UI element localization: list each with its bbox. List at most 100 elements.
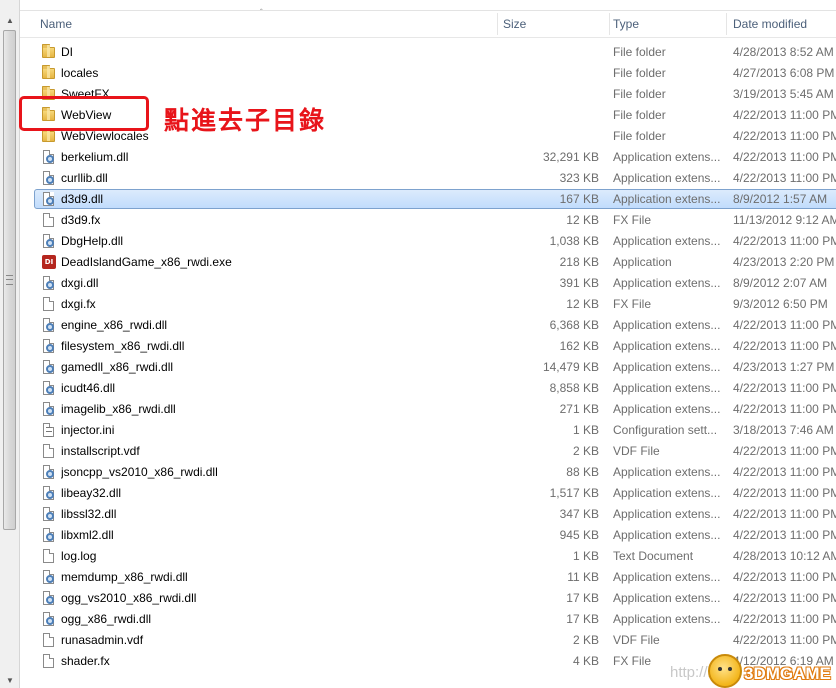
file-type: Text Document (613, 549, 694, 563)
file-type: VDF File (613, 633, 660, 647)
column-type[interactable]: Type (613, 11, 639, 38)
file-row[interactable]: icudt46.dll 8,858 KB Application extens...… (20, 378, 836, 399)
file-name: curllib.dll (61, 171, 108, 185)
file-row[interactable]: ogg_vs2010_x86_rwdi.dll 17 KB Application … (20, 588, 836, 609)
file-name: injector.ini (61, 423, 115, 437)
column-divider[interactable] (497, 13, 498, 35)
column-header: ˆ Name Size Type Date modified (20, 8, 836, 38)
file-size: 12 KB (566, 297, 599, 311)
file-type: Application extens... (613, 591, 721, 605)
file-row[interactable]: dxgi.dll 391 KB Application extens... 8/9/2… (20, 273, 836, 294)
file-name: gamedll_x86_rwdi.dll (61, 360, 174, 374)
file-row[interactable]: memdump_x86_rwdi.dll 11 KB Application ext… (20, 567, 836, 588)
watermark-mascot-icon (708, 654, 742, 688)
file-date-modified: 4/28/2013 10:12 AM (733, 549, 836, 563)
file-type: Application extens... (613, 234, 721, 248)
file-date-modified: 4/22/2013 11:00 PM (733, 108, 836, 122)
folder-icon (41, 65, 56, 81)
file-type: Application extens... (613, 381, 721, 395)
file-row[interactable]: runasadmin.vdf 2 KB VDF File 4/22/2013 11:0… (20, 630, 836, 651)
file-icon (41, 296, 56, 312)
file-row[interactable]: libssl32.dll 347 KB Application extens... 4… (20, 504, 836, 525)
file-type: Application extens... (613, 150, 721, 164)
file-date-modified: 4/23/2013 2:20 PM (733, 255, 835, 269)
scroll-up-arrow-icon[interactable]: ▲ (4, 16, 16, 26)
file-type: Configuration sett... (613, 423, 718, 437)
file-row[interactable]: DI DeadIslandGame_x86_rwdi.exe 218 KB Appli… (20, 252, 836, 273)
file-name: libxml2.dll (61, 528, 114, 542)
file-size: 945 KB (559, 528, 599, 542)
file-type: File folder (613, 66, 666, 80)
file-row[interactable]: berkelium.dll 32,291 KB Application extens… (20, 147, 836, 168)
file-name: runasadmin.vdf (61, 633, 144, 647)
annotation-text: 點進去子目錄 (164, 106, 327, 135)
file-size: 271 KB (559, 402, 599, 416)
scroll-down-arrow-icon[interactable]: ▼ (4, 676, 16, 686)
file-row[interactable]: log.log 1 KB Text Document 4/28/2013 10:12 … (20, 546, 836, 567)
file-type: FX File (613, 213, 652, 227)
file-row[interactable]: curllib.dll 323 KB Application extens... 4/… (20, 168, 836, 189)
file-size: 162 KB (559, 339, 599, 353)
file-type: Application extens... (613, 192, 721, 206)
file-name: installscript.vdf (61, 444, 140, 458)
file-name: d3d9.dll (61, 192, 104, 206)
file-size: 12 KB (566, 213, 599, 227)
file-size: 11 KB (567, 570, 599, 584)
file-size: 2 KB (572, 633, 599, 647)
file-row[interactable]: jsoncpp_vs2010_x86_rwdi.dll 88 KB Applicat… (20, 462, 836, 483)
file-size: 391 KB (559, 276, 599, 290)
file-row[interactable]: ogg_x86_rwdi.dll 17 KB Application extens.… (20, 609, 836, 630)
column-size[interactable]: Size (503, 11, 526, 38)
file-row[interactable]: imagelib_x86_rwdi.dll 271 KB Application e… (20, 399, 836, 420)
file-row[interactable]: DbgHelp.dll 1,038 KB Application extens...… (20, 231, 836, 252)
file-date-modified: 4/27/2013 6:08 PM (733, 66, 835, 80)
file-size: 4 KB (572, 654, 599, 668)
file-row[interactable]: d3d9.fx 12 KB FX File 11/13/2012 9:12 AM (20, 210, 836, 231)
file-row[interactable]: libxml2.dll 945 KB Application extens... 4/… (20, 525, 836, 546)
sort-caret-icon: ˆ (260, 8, 263, 17)
scroll-thumb[interactable] (3, 30, 16, 530)
file-date-modified: 4/22/2013 11:00 PM (733, 150, 836, 164)
dll-icon (41, 149, 56, 165)
file-row[interactable]: locales File folder 4/27/2013 6:08 PM (20, 63, 836, 84)
column-name[interactable]: Name (40, 11, 72, 38)
file-name: ogg_x86_rwdi.dll (61, 612, 152, 626)
file-row[interactable]: filesystem_x86_rwdi.dll 162 KB Application… (20, 336, 836, 357)
file-row[interactable]: engine_x86_rwdi.dll 6,368 KB Application e… (20, 315, 836, 336)
file-date-modified: 4/22/2013 11:00 PM (733, 381, 836, 395)
file-row[interactable]: libeay32.dll 1,517 KB Application extens..… (20, 483, 836, 504)
file-name: ogg_vs2010_x86_rwdi.dll (61, 591, 197, 605)
vertical-scrollbar[interactable]: ▲ ▼ (0, 0, 20, 688)
file-type: Application extens... (613, 276, 721, 290)
file-type: Application extens... (613, 171, 721, 185)
file-row[interactable]: dxgi.fx 12 KB FX File 9/3/2012 6:50 PM (20, 294, 836, 315)
file-row[interactable]: installscript.vdf 2 KB VDF File 4/22/2013 1… (20, 441, 836, 462)
column-divider[interactable] (609, 13, 610, 35)
file-row[interactable]: DI File folder 4/28/2013 8:52 AM (20, 42, 836, 63)
file-date-modified: 3/19/2013 5:45 AM (733, 87, 834, 101)
file-date-modified: 4/22/2013 11:00 PM (733, 234, 836, 248)
file-name: filesystem_x86_rwdi.dll (61, 339, 185, 353)
file-size: 8,858 KB (549, 381, 599, 395)
file-row[interactable]: gamedll_x86_rwdi.dll 14,479 KB Application… (20, 357, 836, 378)
column-divider[interactable] (726, 13, 727, 35)
file-size: 1,517 KB (549, 486, 599, 500)
file-row[interactable]: d3d9.dll 167 KB Application extens... 8/9/2… (20, 189, 836, 210)
file-name: log.log (61, 549, 97, 563)
dll-icon (41, 506, 56, 522)
file-type: File folder (613, 108, 666, 122)
file-size: 14,479 KB (542, 360, 599, 374)
file-size: 32,291 KB (542, 150, 599, 164)
file-date-modified: 4/22/2013 11:00 PM (733, 633, 836, 647)
file-type: Application extens... (613, 612, 721, 626)
file-date-modified: 4/22/2013 11:00 PM (733, 339, 836, 353)
ini-icon (41, 422, 56, 438)
file-size: 17 KB (566, 612, 599, 626)
file-size: 88 KB (566, 465, 599, 479)
column-date-modified[interactable]: Date modified (733, 11, 807, 38)
file-name: libssl32.dll (61, 507, 117, 521)
file-row[interactable]: injector.ini 1 KB Configuration sett... 3/1… (20, 420, 836, 441)
file-size: 1 KB (572, 549, 599, 563)
file-name: icudt46.dll (61, 381, 116, 395)
file-icon (41, 653, 56, 669)
